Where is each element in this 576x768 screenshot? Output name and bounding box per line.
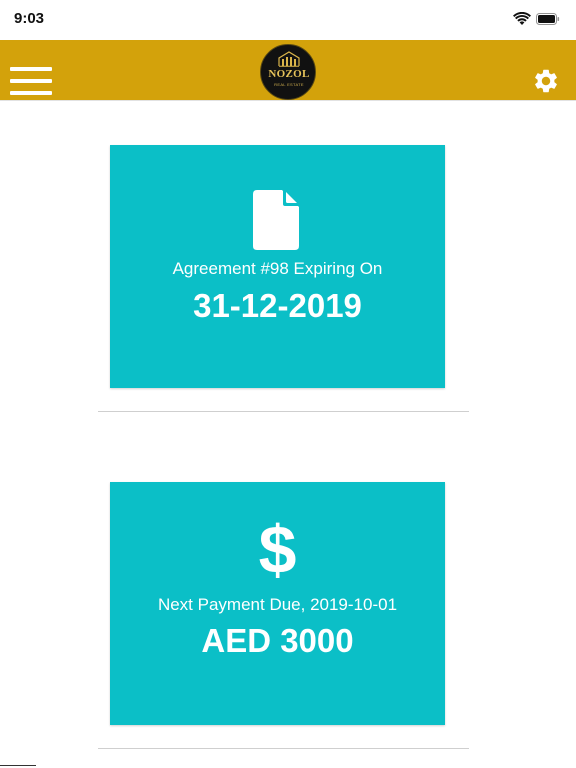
- dollar-icon: $: [258, 512, 297, 588]
- status-time: 9:03: [14, 10, 45, 27]
- payment-card[interactable]: $ Next Payment Due, 2019-10-01 AED 3000: [110, 482, 445, 725]
- section-divider: [98, 748, 469, 749]
- payment-amount: AED 3000: [201, 622, 354, 659]
- wifi-icon: [513, 12, 531, 25]
- gear-icon[interactable]: [532, 67, 560, 95]
- battery-icon: [536, 13, 560, 25]
- section-divider: [98, 411, 469, 412]
- hamburger-menu-icon[interactable]: [10, 67, 52, 95]
- home-indicator: [0, 765, 36, 766]
- menu-line: [10, 91, 52, 95]
- nozol-logo: NOZOL REAL ESTATE: [260, 44, 316, 100]
- agreement-expiry-date: 31-12-2019: [193, 287, 362, 324]
- logo-subtitle: REAL ESTATE: [274, 82, 304, 87]
- menu-line: [10, 67, 52, 71]
- status-bar: 9:03: [0, 0, 576, 40]
- payment-caption: Next Payment Due, 2019-10-01: [157, 595, 398, 614]
- logo-name: NOZOL: [268, 68, 310, 80]
- agreement-card[interactable]: Agreement #98 Expiring On 31-12-2019: [110, 145, 445, 388]
- app-screen: 9:03 NOZOL REAL ESTATE Agreement #98 Exp…: [0, 0, 576, 768]
- building-icon: [278, 51, 300, 67]
- agreement-caption: Agreement #98 Expiring On: [172, 259, 383, 278]
- menu-line: [10, 79, 52, 83]
- header-divider: [0, 100, 576, 101]
- document-icon: [253, 190, 299, 250]
